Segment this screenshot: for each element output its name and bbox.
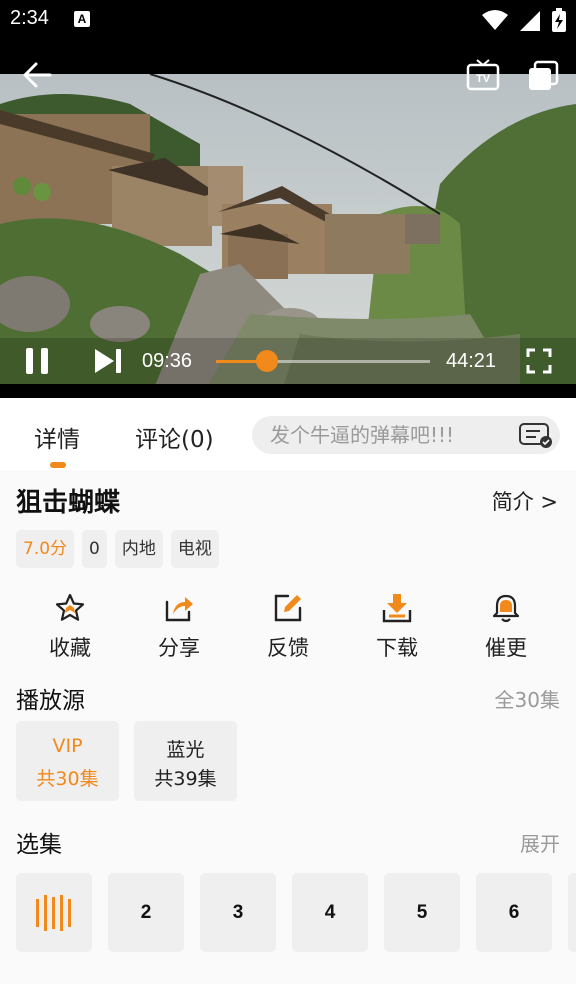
rating-tag: 7.0分	[16, 530, 75, 568]
active-tab-indicator	[50, 462, 66, 468]
current-time: 09:36	[142, 350, 193, 372]
episode-next-partial[interactable]	[568, 873, 576, 952]
picture-in-picture-icon[interactable]	[526, 58, 560, 92]
wifi-icon	[482, 10, 508, 30]
download-button[interactable]: 下载	[343, 592, 451, 664]
download-label: 下载	[376, 636, 418, 660]
danmaku-box	[252, 416, 560, 454]
tv-icon-label: TV	[476, 73, 491, 85]
episode-5[interactable]: 5	[384, 873, 460, 952]
favorite-button[interactable]: 收藏	[16, 592, 124, 664]
source-section-title: 播放源	[16, 688, 85, 714]
share-button[interactable]: 分享	[125, 592, 233, 664]
favorite-label: 收藏	[49, 636, 91, 660]
status-time: 2:34	[10, 7, 49, 29]
source-vip[interactable]: VIP 共30集	[16, 721, 119, 801]
tab-details[interactable]: 详情	[34, 420, 80, 454]
danmaku-input[interactable]	[270, 416, 510, 454]
urge-update-button[interactable]: 催更	[452, 592, 560, 664]
source-count: 共30集	[36, 768, 99, 790]
feedback-button[interactable]: 反馈	[234, 592, 342, 664]
urge-update-label: 催更	[485, 636, 527, 660]
show-title: 狙击蝴蝶	[16, 488, 121, 518]
feedback-label: 反馈	[267, 636, 309, 660]
share-label: 分享	[158, 636, 200, 660]
signal-icon	[520, 11, 540, 31]
status-bar: 2:34 A	[0, 0, 576, 40]
source-name: VIP	[52, 735, 83, 757]
notification-icon: A	[74, 11, 90, 27]
next-episode-icon[interactable]	[92, 346, 124, 376]
source-bluray[interactable]: 蓝光 共39集	[134, 721, 237, 801]
seek-bar[interactable]	[216, 350, 430, 372]
source-total[interactable]: 全30集	[495, 684, 560, 713]
battery-icon	[552, 8, 566, 32]
total-duration: 44:21	[446, 350, 497, 372]
source-count: 共39集	[154, 768, 217, 790]
download-icon	[382, 594, 412, 623]
episode-4[interactable]: 4	[292, 873, 368, 952]
cast-tv-button[interactable]: TV	[466, 58, 500, 92]
category-tag: 电视	[170, 530, 219, 568]
source-name: 蓝光	[166, 739, 205, 761]
tab-comments[interactable]: 评论(0)	[135, 420, 214, 454]
expand-episodes[interactable]: 展开	[520, 828, 560, 857]
share-icon	[165, 597, 193, 622]
intro-link[interactable]: 简介 >	[492, 486, 558, 516]
episode-playing[interactable]	[16, 873, 92, 952]
pause-icon[interactable]	[22, 346, 52, 376]
tv-icon: TV	[466, 59, 500, 91]
region-tag: 内地	[114, 530, 163, 568]
star-icon	[55, 593, 85, 621]
tag-list: 7.0分 0 内地 电视	[16, 530, 219, 568]
now-playing-icon	[36, 895, 71, 931]
year-tag: 0	[82, 530, 107, 568]
bell-icon	[492, 594, 520, 623]
action-row: 收藏 分享 反馈 下载 催更	[16, 592, 560, 664]
edit-icon	[274, 594, 302, 622]
episode-2[interactable]: 2	[108, 873, 184, 952]
episode-section-title: 选集	[16, 832, 62, 858]
episode-3[interactable]: 3	[200, 873, 276, 952]
danmaku-settings-icon[interactable]	[518, 422, 554, 448]
back-arrow-icon[interactable]	[20, 58, 54, 92]
player-bottom-bar	[0, 384, 576, 398]
fullscreen-icon[interactable]	[526, 348, 552, 374]
episode-6[interactable]: 6	[476, 873, 552, 952]
system-icons	[482, 8, 566, 32]
